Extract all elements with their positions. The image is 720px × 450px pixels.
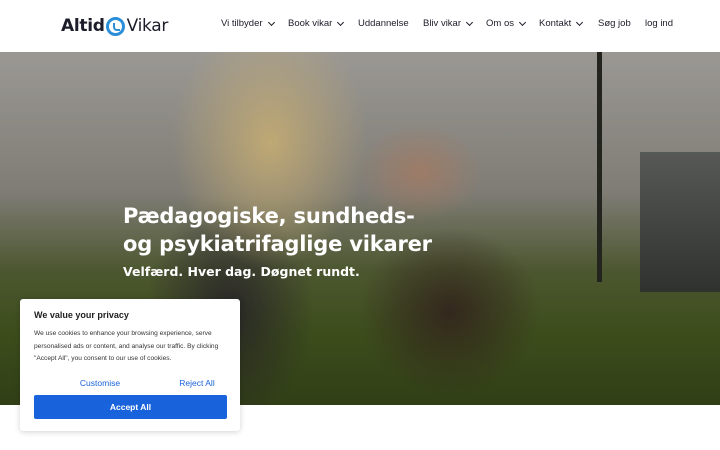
reject-all-button[interactable]: Reject All — [150, 376, 244, 390]
chevron-down-icon — [465, 18, 474, 26]
nav-label: Søg job — [598, 18, 631, 29]
nav-label: Om os — [486, 18, 514, 29]
chevron-down-icon — [267, 18, 275, 26]
hero-title-line-2: og psykiatrifaglige vikarer — [123, 232, 432, 256]
nav-item-sog-job[interactable]: Søg job — [598, 18, 631, 29]
cookie-title: We value your privacy — [34, 310, 129, 320]
cookie-consent-banner: We value your privacy We use cookies to … — [20, 299, 240, 431]
accept-all-button[interactable]: Accept All — [34, 395, 227, 419]
chevron-down-icon — [518, 18, 527, 26]
nav-item-log-ind[interactable]: log ind — [645, 18, 673, 29]
cookie-description: We use cookies to enhance your browsing … — [34, 330, 219, 362]
hero-subtitle: Velfærd. Hver dag. Døgnet rundt. — [123, 264, 360, 279]
site-header: Altid Vikar Vi tilbyder Book vikar Uddan… — [0, 0, 720, 52]
nav-item-book-vikar[interactable]: Book vikar — [288, 18, 345, 29]
nav-label: Bliv vikar — [423, 18, 462, 29]
nav-item-uddannelse[interactable]: Uddannelse — [358, 18, 409, 29]
nav-item-kontakt[interactable]: Kontakt — [539, 18, 584, 29]
hero-title-line-1: Pædagogiske, sundheds- — [123, 204, 415, 228]
nav-label: Kontakt — [539, 18, 572, 29]
nav-label: log ind — [645, 18, 673, 29]
hero-title: Pædagogiske, sundheds- og psykiatrifagli… — [123, 202, 432, 258]
nav-item-om-os[interactable]: Om os — [486, 18, 527, 29]
nav-item-bliv-vikar[interactable]: Bliv vikar — [423, 18, 474, 29]
chevron-down-icon — [337, 18, 345, 26]
nav-label: Book vikar — [288, 18, 333, 29]
nav-item-vi-tilbyder[interactable]: Vi tilbyder — [221, 18, 275, 29]
customise-button[interactable]: Customise — [53, 376, 147, 390]
nav-label: Uddannelse — [358, 18, 409, 29]
main-nav: Vi tilbyder Book vikar Uddannelse Bliv v… — [0, 18, 720, 34]
chevron-down-icon — [576, 18, 584, 26]
nav-label: Vi tilbyder — [221, 18, 263, 29]
